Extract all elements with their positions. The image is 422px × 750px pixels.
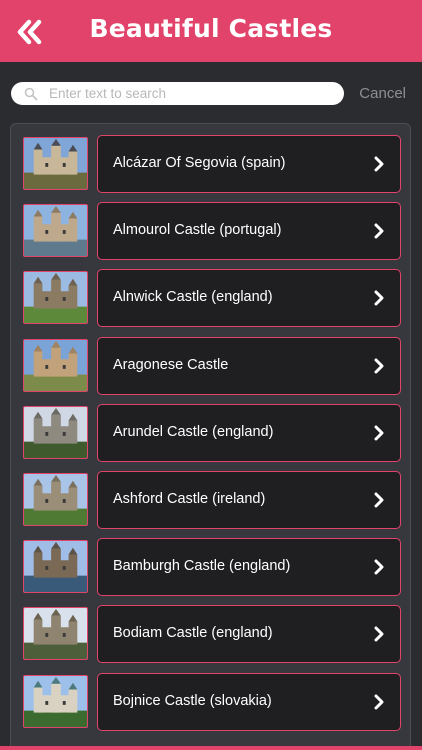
app-screen: Beautiful Castles Cancel Alcázar Of Sego… — [0, 0, 422, 750]
castle-thumbnail — [23, 271, 88, 325]
castle-thumbnail — [23, 674, 88, 728]
castle-photo-icon — [24, 205, 87, 257]
chevron-right-icon — [374, 290, 384, 306]
castle-thumbnail — [23, 540, 88, 594]
castle-photo-icon — [24, 608, 87, 660]
castle-thumbnail — [23, 137, 88, 190]
castle-photo-icon — [24, 272, 87, 324]
list-item[interactable]: Bodiam Castle (england) — [23, 605, 401, 664]
list-item[interactable]: Alnwick Castle (england) — [23, 269, 401, 328]
search-field[interactable] — [11, 82, 344, 105]
castle-photo-icon — [24, 138, 87, 189]
search-bar: Cancel — [0, 62, 422, 124]
chevron-right-icon — [374, 223, 384, 239]
list-item[interactable]: Arundel Castle (england) — [23, 403, 401, 462]
chevron-right-icon — [374, 559, 384, 575]
list-item[interactable]: Almourol Castle (portugal) — [23, 202, 401, 261]
search-input[interactable] — [49, 82, 334, 105]
castle-item-button[interactable]: Alnwick Castle (england) — [97, 269, 401, 328]
castle-photo-icon — [24, 339, 87, 391]
castle-item-label: Alcázar Of Segovia (spain) — [113, 155, 286, 171]
castle-item-label: Bamburgh Castle (england) — [113, 558, 291, 575]
castle-item-label: Bodiam Castle (england) — [113, 625, 273, 642]
chevron-right-icon — [374, 492, 384, 508]
list-item[interactable]: Bojnice Castle (slovakia) — [23, 672, 401, 731]
castle-item-label: Ashford Castle (ireland) — [113, 491, 266, 507]
castle-item-button[interactable]: Alcázar Of Segovia (spain) — [97, 135, 401, 193]
castle-item-button[interactable]: Bodiam Castle (england) — [97, 605, 401, 664]
list-item[interactable]: Ashford Castle (ireland) — [23, 471, 401, 529]
page-title: Beautiful Castles — [89, 14, 333, 43]
chevron-right-icon — [374, 626, 384, 642]
list-item[interactable]: Aragonese Castle — [23, 336, 401, 395]
search-icon — [24, 87, 38, 101]
castle-item-button[interactable]: Bojnice Castle (slovakia) — [97, 672, 401, 731]
chevron-right-icon — [374, 694, 384, 710]
castle-photo-icon — [24, 474, 87, 525]
castle-item-label: Alnwick Castle (england) — [113, 289, 273, 306]
castle-item-button[interactable]: Ashford Castle (ireland) — [97, 471, 401, 529]
castle-thumbnail — [23, 607, 88, 661]
castle-item-button[interactable]: Bamburgh Castle (england) — [97, 538, 401, 597]
castle-thumbnail — [23, 204, 88, 258]
castle-item-label: Bojnice Castle (slovakia) — [113, 692, 272, 709]
castle-item-label: Almourol Castle (portugal) — [113, 222, 282, 239]
chevron-right-icon — [374, 425, 384, 441]
header-bar: Beautiful Castles — [0, 0, 422, 62]
castle-thumbnail — [23, 338, 88, 392]
castle-thumbnail — [23, 405, 88, 459]
castle-item-button[interactable]: Almourol Castle (portugal) — [97, 202, 401, 261]
bottom-accent-bar — [0, 746, 422, 750]
castle-thumbnail — [23, 473, 88, 526]
list-item[interactable]: Alcázar Of Segovia (spain) — [23, 135, 401, 193]
cancel-button[interactable]: Cancel — [359, 85, 406, 102]
castle-photo-icon — [24, 541, 87, 593]
castle-photo-icon — [24, 675, 87, 727]
castle-item-button[interactable]: Arundel Castle (england) — [97, 403, 401, 462]
castle-item-label: Aragonese Castle — [113, 356, 229, 373]
castle-item-label: Arundel Castle (england) — [113, 423, 274, 440]
castle-photo-icon — [24, 406, 87, 458]
castle-item-button[interactable]: Aragonese Castle — [97, 336, 401, 395]
chevron-right-icon — [374, 358, 384, 374]
castle-list-panel[interactable]: Alcázar Of Segovia (spain) Almourol Castl… — [10, 123, 411, 750]
chevron-right-icon — [374, 156, 384, 172]
list-item[interactable]: Bamburgh Castle (england) — [23, 538, 401, 597]
